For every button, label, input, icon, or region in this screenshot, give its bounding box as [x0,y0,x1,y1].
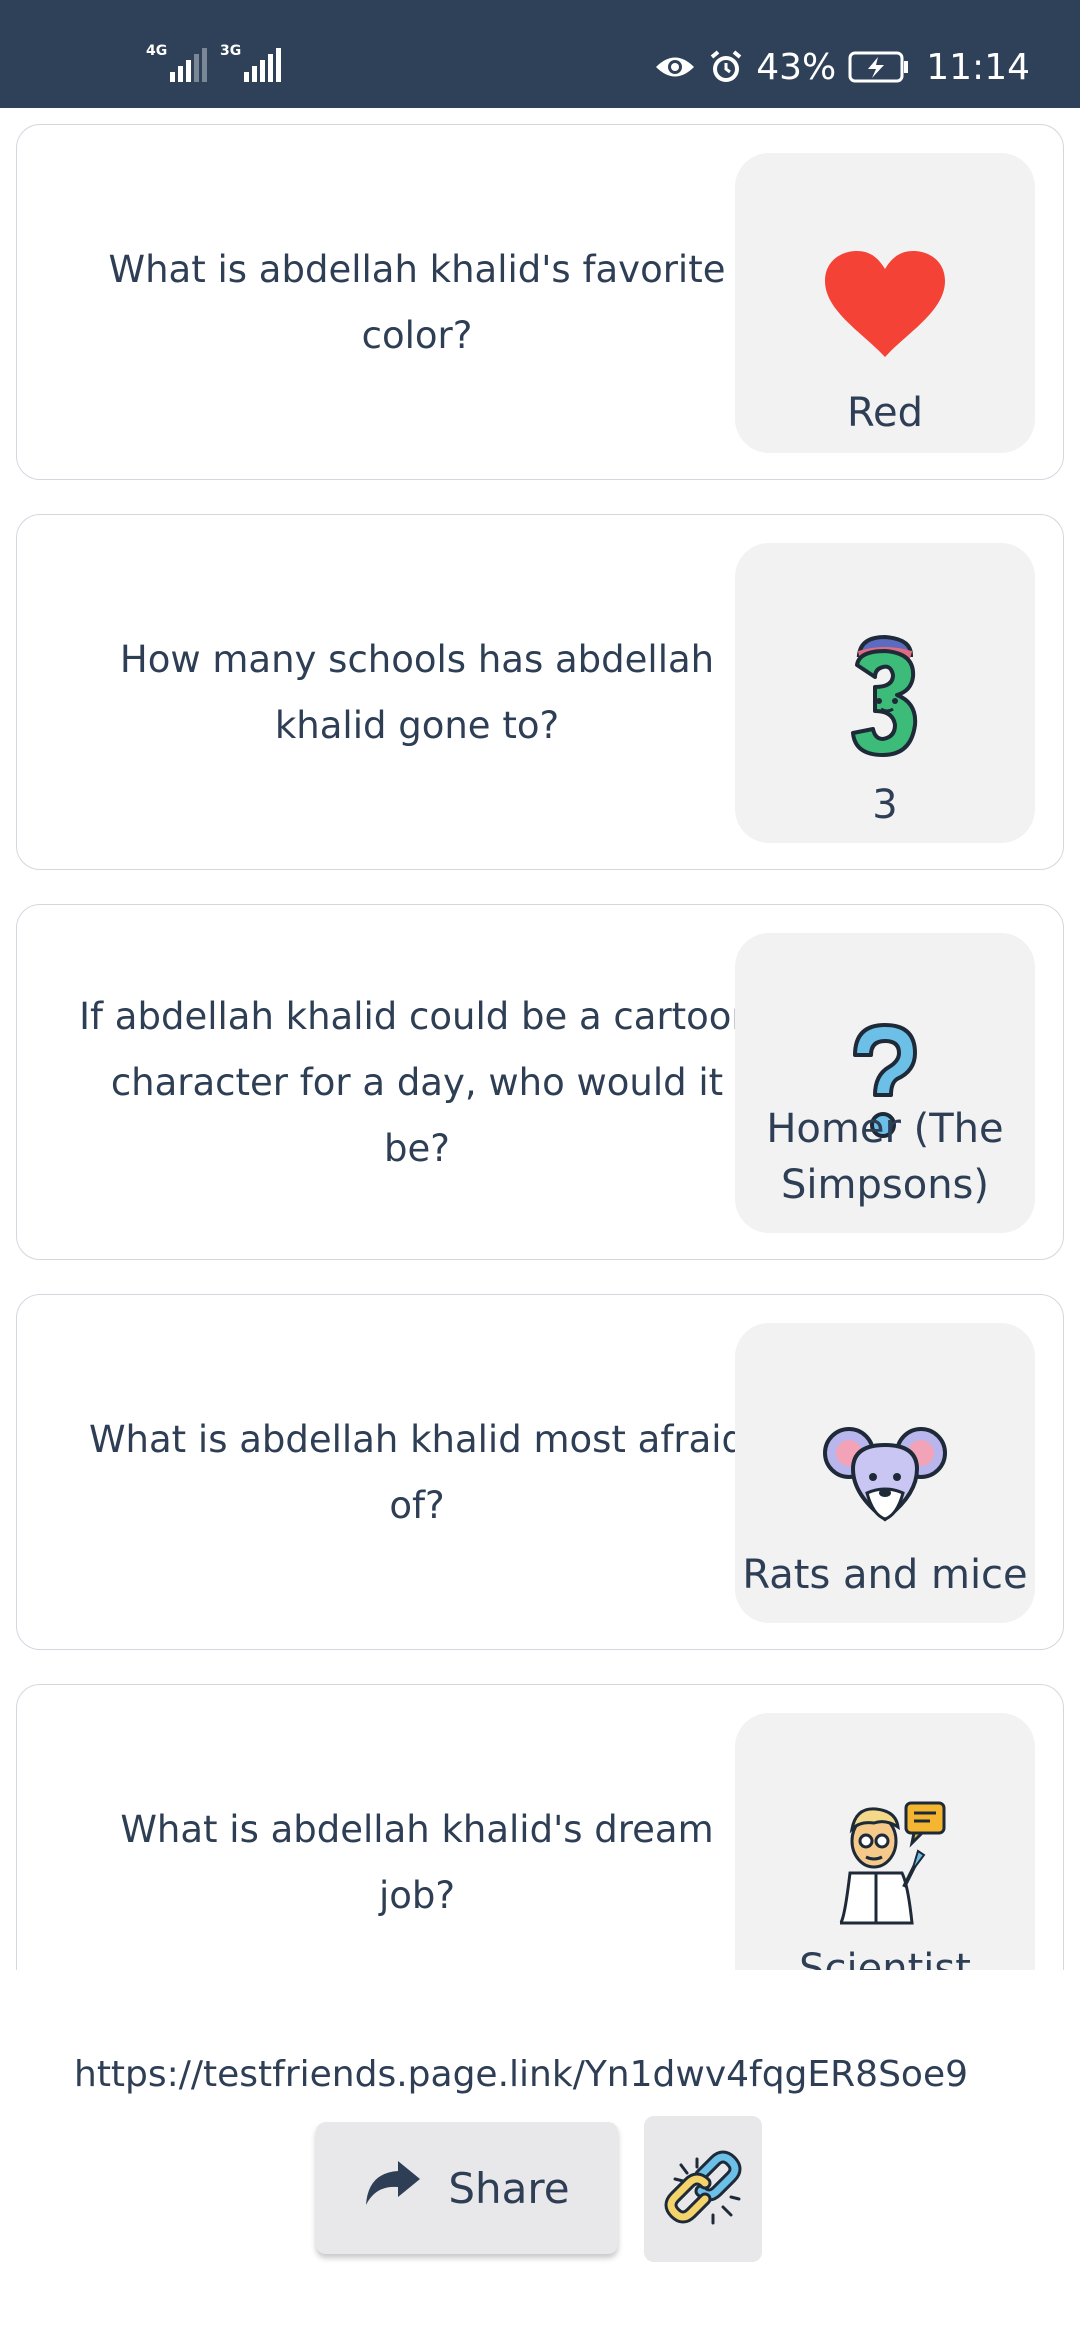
number-three-icon [735,633,1035,759]
answer-label: Scientist [799,1946,971,1970]
scientist-icon [735,1801,1035,1925]
share-url[interactable]: https://testfriends.page.link/Yn1dwv4fqg… [74,2054,968,2095]
question-text: What is abdellah khalid most afraid of? [88,1418,746,1527]
share-panel: https://testfriends.page.link/Yn1dwv4fqg… [0,1970,1080,2340]
alarm-icon [708,49,744,85]
status-right: 43% 11:14 [654,40,1030,94]
question-card: How many schools has abdellah khalid gon… [16,514,1064,870]
answer-tile: Rats and mice [735,1323,1035,1623]
question-text: How many schools has abdellah khalid gon… [119,638,715,747]
eye-icon [654,52,696,82]
answer-tile: Red [735,153,1035,453]
question-card: What is abdellah khalid's favorite color… [16,124,1064,480]
chain-link-icon [661,2145,745,2233]
answer-tile: Scientist [735,1713,1035,1970]
answers-list[interactable]: What is abdellah khalid's favorite color… [0,108,1080,1970]
network-indicators: 4G 3G [146,43,281,84]
signal-4g-icon: 4G [146,43,207,84]
question-card: If abdellah khalid could be a cartoon ch… [16,904,1064,1260]
copy-link-button[interactable] [644,2116,762,2262]
status-bar: 4G 3G 43% 11:14 [0,0,1080,108]
battery-icon [848,51,910,83]
battery-percent: 43% [756,46,837,88]
mouse-icon [735,1423,1035,1523]
signal-3g-icon: 3G [220,43,281,84]
heart-icon [735,249,1035,359]
answer-label: Rats and mice [742,1552,1028,1598]
network-4g-label: 4G [146,43,168,59]
share-button-label: Share [448,2163,570,2213]
question-text: What is abdellah khalid's favorite color… [108,248,726,357]
question-card: What is abdellah khalid most afraid of? … [16,1294,1064,1650]
share-button[interactable]: Share [316,2122,618,2254]
share-arrow-icon [364,2159,422,2217]
question-text: If abdellah khalid could be a cartoon ch… [79,995,755,1170]
clock-time: 11:14 [926,46,1030,88]
answer-tile: 3 [735,543,1035,843]
question-card: What is abdellah khalid's dream job? Sci… [16,1684,1064,1970]
answer-label: Homer (The Simpsons) [766,1106,1004,1208]
answer-label: Red [847,390,923,436]
answer-tile: Homer (The Simpsons) [735,933,1035,1233]
answer-label: 3 [872,782,898,828]
network-3g-label: 3G [220,43,242,59]
question-text: What is abdellah khalid's dream job? [120,1808,714,1917]
